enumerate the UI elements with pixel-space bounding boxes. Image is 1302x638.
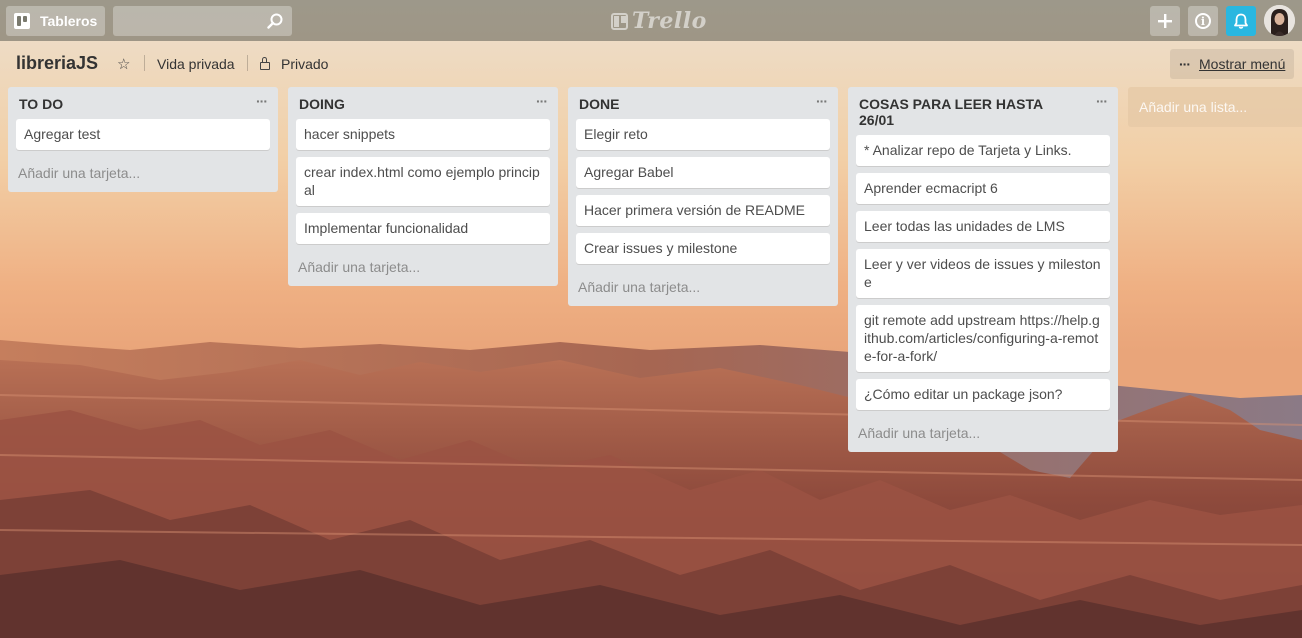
list-title[interactable]: DOING (288, 87, 558, 112)
list-card[interactable]: crear index.html como ejemplo principal (296, 157, 550, 206)
team-visibility-button[interactable]: Vida privada (157, 56, 235, 72)
boards-button-label: Tableros (40, 13, 98, 29)
privacy-button[interactable]: Privado (260, 56, 328, 72)
add-list-button[interactable]: Añadir una lista... (1128, 87, 1302, 127)
trello-logo-text: Trello (632, 8, 707, 34)
list-done: DONE ··· Elegir reto Agregar Babel Hacer… (568, 87, 838, 306)
search-input[interactable] (113, 6, 279, 36)
add-button[interactable] (1150, 6, 1180, 36)
lock-icon (260, 56, 270, 70)
trello-logo[interactable]: Trello (611, 8, 707, 34)
user-avatar[interactable] (1264, 5, 1295, 36)
list-menu-icon[interactable]: ··· (256, 93, 268, 109)
list-card[interactable]: Aprender ecmacript 6 (856, 173, 1110, 204)
boards-button[interactable]: Tableros (6, 6, 105, 36)
list-menu-icon[interactable]: ··· (1096, 93, 1108, 109)
divider (144, 55, 145, 71)
notifications-button[interactable] (1226, 6, 1256, 36)
list-card[interactable]: Leer todas las unidades de LMS (856, 211, 1110, 242)
list-card[interactable]: hacer snippets (296, 119, 550, 150)
list-card[interactable]: Agregar Babel (576, 157, 830, 188)
list-card[interactable]: * Analizar repo de Tarjeta y Links. (856, 135, 1110, 166)
ellipsis-icon: ··· (1179, 56, 1191, 72)
add-card-button[interactable]: Añadir una tarjeta... (848, 417, 1118, 452)
add-card-button[interactable]: Añadir una tarjeta... (8, 157, 278, 192)
boards-icon (14, 13, 30, 29)
list-card[interactable]: Implementar funcionalidad (296, 213, 550, 244)
list-title[interactable]: TO DO (8, 87, 278, 112)
divider (247, 55, 248, 71)
search-box[interactable] (113, 6, 292, 36)
list-title[interactable]: COSAS PARA LEER HASTA 26/01 (848, 87, 1118, 128)
avatar-image (1264, 5, 1295, 36)
info-icon: i (1195, 13, 1211, 29)
board-title[interactable]: libreriaJS (16, 53, 98, 74)
top-header: Tableros Trello i (0, 0, 1302, 41)
list-menu-icon[interactable]: ··· (816, 93, 828, 109)
list-todo: TO DO ··· Agregar test Añadir una tarjet… (8, 87, 278, 192)
list-card[interactable]: ¿Cómo editar un package json? (856, 379, 1110, 410)
search-icon[interactable] (267, 13, 283, 29)
star-icon[interactable]: ☆ (117, 55, 130, 73)
list-menu-icon[interactable]: ··· (536, 93, 548, 109)
list-doing: DOING ··· hacer snippets crear index.htm… (288, 87, 558, 286)
show-menu-label: Mostrar menú (1199, 56, 1286, 72)
add-card-button[interactable]: Añadir una tarjeta... (288, 251, 558, 286)
list-reading: COSAS PARA LEER HASTA 26/01 ··· * Analiz… (848, 87, 1118, 452)
add-card-button[interactable]: Añadir una tarjeta... (568, 271, 838, 306)
list-card[interactable]: Elegir reto (576, 119, 830, 150)
list-card[interactable]: git remote add upstream https://help.git… (856, 305, 1110, 372)
list-card[interactable]: Leer y ver videos de issues y milestone (856, 249, 1110, 298)
list-card[interactable]: Hacer primera versión de README (576, 195, 830, 226)
list-title[interactable]: DONE (568, 87, 838, 112)
show-menu-button[interactable]: ··· Mostrar menú (1170, 49, 1294, 79)
bell-icon (1234, 13, 1248, 29)
plus-icon (1158, 14, 1172, 28)
list-card[interactable]: Agregar test (16, 119, 270, 150)
trello-logo-icon (611, 12, 628, 30)
list-card[interactable]: Crear issues y milestone (576, 233, 830, 264)
info-button[interactable]: i (1188, 6, 1218, 36)
privacy-label: Privado (281, 56, 329, 72)
